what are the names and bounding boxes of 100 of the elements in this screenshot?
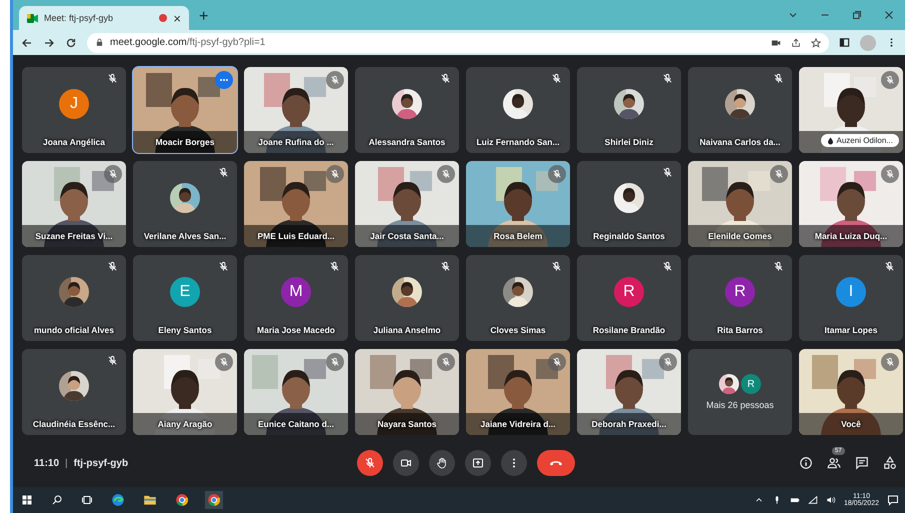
- mic-off-icon: [885, 75, 895, 85]
- end-call-button[interactable]: [536, 450, 574, 476]
- camera-logo-icon: [27, 14, 38, 22]
- participant-tile[interactable]: Auzeni Odilon...: [799, 67, 903, 153]
- activities-button[interactable]: [883, 456, 897, 470]
- participant-tile[interactable]: Você: [799, 349, 903, 435]
- participant-tile[interactable]: M Maria Jose Macedo: [244, 255, 348, 341]
- participant-name: Joane Rufina do ...: [257, 137, 335, 147]
- restore-icon: [851, 9, 863, 21]
- mic-off-icon: [774, 169, 784, 179]
- browser-tab[interactable]: Meet: ftj-psyf-gyb ×: [19, 6, 189, 30]
- folder-icon: [143, 493, 157, 507]
- share-icon: [791, 38, 801, 48]
- avatar-initial: R: [614, 277, 644, 307]
- participant-name: Luiz Fernando San...: [475, 137, 561, 147]
- participant-overflow-label: Mais 26 pessoas: [706, 400, 774, 410]
- back-icon: [21, 36, 33, 48]
- notification-icon: [887, 494, 899, 506]
- participant-name: Suzane Freitas Vi...: [34, 231, 114, 241]
- participant-tile[interactable]: Deborah Praxedi...: [577, 349, 681, 435]
- participant-tile[interactable]: Cloves Simas: [466, 255, 570, 341]
- participant-tile[interactable]: Moacir Borges: [133, 67, 237, 153]
- camera-button[interactable]: [392, 450, 418, 476]
- participant-name: Auzeni Odilon...: [820, 134, 899, 147]
- participant-tile[interactable]: Verilane Alves San...: [133, 161, 237, 247]
- mic-off-icon: [107, 355, 118, 366]
- mic-off-icon: [662, 261, 673, 272]
- microphone-button[interactable]: [356, 450, 382, 476]
- volume-icon: [826, 495, 836, 505]
- raise-hand-button[interactable]: [428, 450, 454, 476]
- participant-tile[interactable]: mundo oficial Alves: [22, 255, 126, 341]
- mic-off-icon: [440, 261, 451, 272]
- separator-text: |: [65, 458, 68, 468]
- participant-tile[interactable]: Luiz Fernando San...: [466, 67, 570, 153]
- participant-tile[interactable]: Reginaldo Santos: [577, 161, 681, 247]
- mic-off-icon: [884, 261, 895, 272]
- mic-off-icon: [552, 169, 562, 179]
- participant-tile[interactable]: Shirlei Diniz: [577, 67, 681, 153]
- camera-icon: [771, 38, 781, 48]
- participant-tile[interactable]: R Rita Barros: [688, 255, 792, 341]
- tab-close-button[interactable]: ×: [173, 10, 181, 26]
- participant-tile[interactable]: Nayara Santos: [355, 349, 459, 435]
- participant-tile[interactable]: R Mais 26 pessoas: [688, 349, 792, 435]
- chat-icon: [855, 456, 869, 470]
- new-tab-button[interactable]: +: [195, 8, 212, 26]
- participant-tile[interactable]: Maria Luiza Duq...: [799, 161, 903, 247]
- chrome-button[interactable]: [173, 491, 191, 509]
- participant-tile[interactable]: Joane Rufina do ...: [244, 67, 348, 153]
- search-icon: [51, 494, 63, 506]
- info-icon: [799, 456, 813, 470]
- participant-name: Deborah Praxedi...: [590, 419, 668, 429]
- avatar-initial: E: [170, 277, 200, 307]
- mic-off-icon: [219, 357, 229, 367]
- participant-name: Eleny Santos: [157, 325, 213, 335]
- participant-tile[interactable]: Naivana Carlos da...: [688, 67, 792, 153]
- participant-tile[interactable]: J Joana Angélica: [22, 67, 126, 153]
- participant-tile[interactable]: Jair Costa Santa...: [355, 161, 459, 247]
- participant-name: Alessandra Santos: [368, 137, 446, 147]
- avatar-initial: R: [725, 277, 755, 307]
- forward-icon: [43, 36, 55, 48]
- participant-tile[interactable]: Jaiane Vidreira d...: [466, 349, 570, 435]
- address-bar[interactable]: meet.google.com/ftj-psyf-gyb?pli=1: [87, 32, 829, 52]
- participant-tile[interactable]: R Rosilane Brandão: [577, 255, 681, 341]
- participant-tile[interactable]: I Itamar Lopes: [799, 255, 903, 341]
- participant-tile[interactable]: Claudinéia Essênc...: [22, 349, 126, 435]
- chrome-icon: [207, 493, 221, 507]
- participant-name: Moacir Borges: [154, 137, 216, 147]
- participant-tile[interactable]: Aiany Aragão: [133, 349, 237, 435]
- mic-off-icon: [551, 73, 562, 84]
- mic-off-icon: [440, 73, 451, 84]
- participant-tile[interactable]: Rosa Belem: [466, 161, 570, 247]
- mic-off-icon: [330, 169, 340, 179]
- participant-tile[interactable]: Juliana Anselmo: [355, 255, 459, 341]
- chrome-icon: [175, 493, 189, 507]
- participant-tile[interactable]: PME Luis Eduard...: [244, 161, 348, 247]
- participant-tile[interactable]: Eunice Caitano d...: [244, 349, 348, 435]
- meeting-time: 11:10: [34, 458, 60, 468]
- mic-off-icon: [329, 261, 340, 272]
- edge-icon: [111, 493, 125, 507]
- info-button[interactable]: [799, 456, 813, 470]
- participant-tile[interactable]: Suzane Freitas Vi...: [22, 161, 126, 247]
- camera-icon: [400, 457, 412, 469]
- present-icon: [472, 457, 484, 469]
- present-button[interactable]: [464, 450, 490, 476]
- mic-off-icon: [107, 261, 118, 272]
- mic-off-icon: [218, 167, 229, 178]
- participant-tile[interactable]: E Eleny Santos: [133, 255, 237, 341]
- participant-tile[interactable]: Elenilde Gomes: [688, 161, 792, 247]
- mic-off-icon: [885, 169, 895, 179]
- edge-button[interactable]: [109, 491, 127, 509]
- participant-name: Joana Angélica: [42, 137, 106, 147]
- participant-name: Jaiane Vidreira d...: [480, 419, 556, 429]
- participant-name: Rita Barros: [716, 325, 764, 335]
- participant-tile[interactable]: Alessandra Santos: [355, 67, 459, 153]
- participant-name: Maria Jose Macedo: [256, 325, 336, 335]
- chrome-button[interactable]: [205, 491, 223, 509]
- mic-off-icon: [885, 357, 895, 367]
- participant-name: Shirlei Diniz: [604, 137, 654, 147]
- participant-name: Verilane Alves San...: [142, 231, 228, 241]
- chat-button[interactable]: [855, 456, 869, 470]
